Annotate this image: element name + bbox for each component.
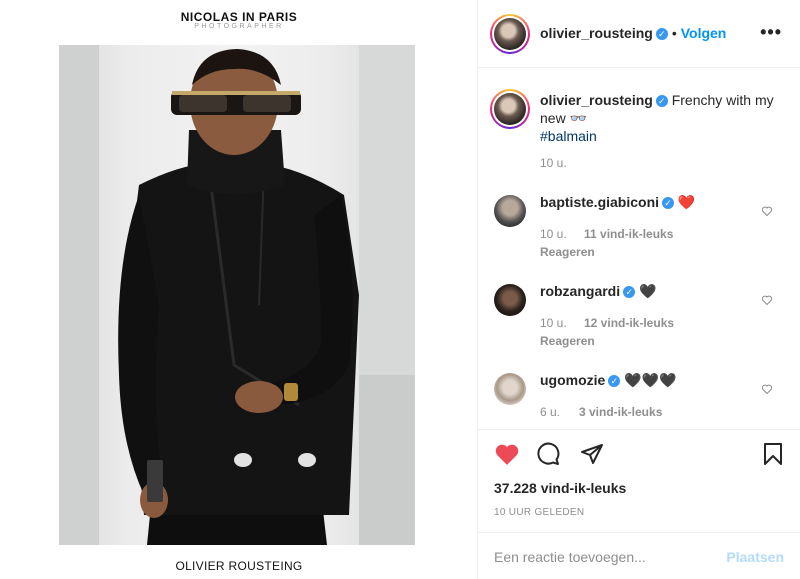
comment-username[interactable]: baptiste.giabiconi [540,194,659,210]
post-timestamp: 10 UUR GELEDEN [494,507,585,518]
caption-time: 10 u. [540,156,567,170]
comment-likes[interactable]: 12 vind-ik-leuks [584,316,674,330]
like-comment-icon[interactable] [761,294,773,306]
post-photo [59,45,415,545]
comment-time: 6 u. [540,405,561,419]
comment-text: ugomozie ✓ 🖤🖤🖤 [540,371,677,389]
post-header: olivier_rousteing ✓ • Volgen ••• [478,0,800,68]
verified-icon: ✓ [655,95,668,108]
comment-avatar[interactable] [494,195,526,227]
man-in-black-suit-illustration [59,45,415,545]
comments-list: olivier_rousteing ✓ Frenchy with my new 👓… [478,69,800,429]
comment-body: 🖤 [639,283,657,299]
comment-text: robzangardi ✓ 🖤 [540,282,656,300]
caption-hashtag[interactable]: #balmain [540,128,597,144]
watermark-subtitle: PHOTOGRAPHER [194,23,284,30]
comment-avatar[interactable] [494,373,526,405]
author-username[interactable]: olivier_rousteing [540,25,653,41]
comment-input[interactable] [494,547,714,567]
heart-filled-icon[interactable] [494,442,520,466]
comment-body: 🖤🖤🖤 [624,372,677,388]
verified-icon: ✓ [608,375,621,388]
caption-username[interactable]: olivier_rousteing [540,92,653,108]
caption-avatar[interactable] [490,89,530,129]
comment-bubble-icon[interactable] [536,442,560,466]
verified-icon: ✓ [655,27,668,40]
more-options-icon[interactable]: ••• [760,22,782,43]
post-actions: 37.228 vind-ik-leuks 10 UUR GELEDEN Plaa… [478,429,800,579]
follow-button[interactable]: Volgen [681,25,727,41]
header-separator: • [671,25,677,41]
header-author-line: olivier_rousteing ✓ • Volgen [540,25,726,43]
reply-button[interactable]: Reageren [540,334,595,348]
post-media[interactable]: NICOLAS IN PARIS PHOTOGRAPHER OLIVIER RO… [0,0,478,579]
like-comment-icon[interactable] [761,205,773,217]
comment-avatar[interactable] [494,284,526,316]
likes-count[interactable]: 37.228 vind-ik-leuks [494,480,626,496]
bookmark-icon[interactable] [762,442,784,466]
verified-icon: ✓ [662,197,675,210]
watermark-title: NICOLAS IN PARIS [180,10,298,24]
comment-username[interactable]: robzangardi [540,283,620,299]
comment-time: 10 u. [540,227,567,241]
photo-caption-name: OLIVIER ROUSTEING [175,559,303,573]
comment-username[interactable]: ugomozie [540,372,605,388]
comment-body: ❤️ [677,194,696,210]
comment-time: 10 u. [540,316,567,330]
paper-plane-icon[interactable] [580,442,604,466]
comment-likes[interactable]: 3 vind-ik-leuks [579,405,662,419]
post-comment-button[interactable]: Plaatsen [726,549,784,565]
add-comment-bar: Plaatsen [478,532,800,579]
reply-button[interactable]: Reageren [540,245,595,259]
author-avatar[interactable] [490,14,530,54]
comment-likes[interactable]: 11 vind-ik-leuks [584,227,673,241]
caption-text: olivier_rousteing ✓ Frenchy with my new 👓… [540,91,780,145]
comment-text: baptiste.giabiconi ✓ ❤️ [540,193,695,211]
post-side-panel: olivier_rousteing ✓ • Volgen ••• olivier_ro… [478,0,800,579]
like-comment-icon[interactable] [761,383,773,395]
verified-icon: ✓ [623,286,636,299]
